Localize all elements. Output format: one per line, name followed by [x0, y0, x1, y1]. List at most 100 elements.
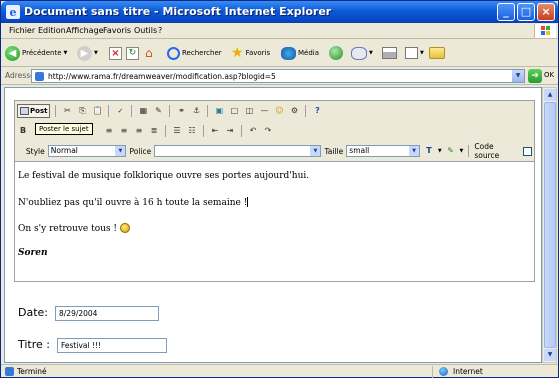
ordered-list-icon[interactable]: ☰: [171, 125, 183, 137]
media-label: Média: [298, 49, 320, 57]
text-color-icon[interactable]: T: [423, 145, 435, 157]
menu-edition[interactable]: Edition: [38, 26, 66, 35]
smiley-emoticon-icon: [119, 223, 130, 233]
text-color-dropdown-icon[interactable]: ▼: [438, 148, 442, 154]
maximize-button[interactable]: □: [517, 3, 535, 21]
folder-button[interactable]: [429, 44, 445, 62]
back-label: Précédente: [22, 49, 62, 57]
go-button[interactable]: ➜: [528, 69, 542, 83]
media-button[interactable]: Média: [281, 44, 319, 62]
favorites-button[interactable]: ★ Favoris: [231, 44, 270, 62]
scrollbar-thumb[interactable]: [544, 102, 556, 348]
editor-line-2-text: N'oubliez pas qu'il ouvre à 16 h toute l…: [18, 198, 248, 208]
menu-favoris[interactable]: Favoris: [103, 26, 131, 35]
undo-icon[interactable]: ↶: [247, 125, 259, 137]
table-icon[interactable]: ▦: [137, 105, 149, 117]
back-button[interactable]: ◀ Précédente ▼: [5, 44, 67, 62]
copy-icon[interactable]: ⎘: [76, 105, 88, 117]
history-icon: [329, 46, 343, 60]
page-content: Post ✂ ⎘ 📋 ✓ ▦ ✎ ⚭ ⚓ ▣ □ ◫ — ☺ ⚙ ? B ≡ ≡…: [4, 87, 542, 363]
source-code-checkbox[interactable]: [523, 146, 532, 156]
menu-outils[interactable]: Outils: [134, 26, 157, 35]
address-input[interactable]: http://www.rama.fr/dreamweaver/modificat…: [31, 69, 525, 83]
edit-button[interactable]: ▼: [405, 44, 424, 62]
font-select[interactable]: ▼: [154, 145, 322, 157]
redo-icon[interactable]: ↷: [262, 125, 274, 137]
editor-line-1: Le festival de musique folklorique ouvre…: [18, 171, 310, 181]
address-bar: Adresse http://www.rama.fr/dreamweaver/m…: [1, 67, 558, 85]
separator: [131, 105, 133, 117]
mail-button[interactable]: ▼: [351, 44, 373, 62]
font-label: Police: [129, 146, 152, 156]
home-button[interactable]: ⌂: [145, 44, 159, 62]
spellcheck-icon[interactable]: ✓: [114, 105, 126, 117]
style-select[interactable]: Normal ▼: [47, 145, 127, 157]
unordered-list-icon[interactable]: ☷: [186, 125, 198, 137]
frame-icon[interactable]: □: [228, 105, 240, 117]
folder-icon: [429, 47, 445, 59]
edit-dropdown-icon: ▼: [420, 50, 424, 56]
align-center-icon[interactable]: ≡: [118, 125, 130, 137]
highlight-dropdown-icon[interactable]: ▼: [460, 148, 464, 154]
size-label: Taille: [324, 146, 344, 156]
title-bar[interactable]: e Document sans titre - Microsoft Intern…: [1, 1, 558, 23]
justify-icon[interactable]: ≣: [148, 125, 160, 137]
style-dropdown-icon[interactable]: ▼: [115, 146, 126, 156]
paste-icon[interactable]: 📋: [91, 105, 103, 117]
zone-label: Internet: [453, 367, 483, 376]
scroll-up-icon[interactable]: ▲: [544, 89, 556, 101]
font-dropdown-icon[interactable]: ▼: [310, 146, 321, 156]
menu-help[interactable]: ?: [158, 26, 162, 35]
stop-button[interactable]: ×: [109, 44, 122, 62]
pencil-icon[interactable]: ✎: [152, 105, 164, 117]
rich-text-editor[interactable]: Le festival de musique folklorique ouvre…: [14, 162, 535, 282]
highlight-color-icon[interactable]: ✎: [445, 145, 457, 157]
address-dropdown-icon[interactable]: ▼: [512, 70, 524, 82]
link-icon[interactable]: ⚭: [175, 105, 187, 117]
separator: [169, 105, 171, 117]
hr-icon[interactable]: —: [258, 105, 270, 117]
mail-dropdown-icon: ▼: [369, 50, 373, 56]
print-button[interactable]: [382, 44, 397, 62]
editor-toolbar-row-1: Post ✂ ⎘ 📋 ✓ ▦ ✎ ⚭ ⚓ ▣ □ ◫ — ☺ ⚙ ?: [17, 103, 532, 119]
size-value: small: [349, 146, 370, 155]
editor-line-3-text: On s'y retrouve tous !: [18, 224, 118, 234]
forward-button[interactable]: ▶ ▼: [77, 44, 98, 62]
smiley-icon[interactable]: ☺: [273, 105, 285, 117]
title-input[interactable]: Festival !!!: [57, 338, 167, 353]
menu-affichage[interactable]: Affichage: [66, 26, 104, 35]
vertical-scrollbar[interactable]: ▲ ▼: [542, 87, 557, 363]
date-input[interactable]: 8/29/2004: [55, 306, 159, 321]
editor-line-2: N'oubliez pas qu'il ouvre à 16 h toute l…: [18, 197, 249, 208]
editor-signature: Soren: [18, 248, 48, 258]
separator: [55, 105, 57, 117]
cut-icon[interactable]: ✂: [61, 105, 73, 117]
size-dropdown-icon[interactable]: ▼: [409, 146, 420, 156]
history-button[interactable]: [329, 44, 343, 62]
address-url: http://www.rama.fr/dreamweaver/modificat…: [48, 72, 276, 81]
help-icon[interactable]: ?: [311, 105, 323, 117]
indent-icon[interactable]: ⇥: [224, 125, 236, 137]
search-label: Rechercher: [182, 49, 222, 57]
special-char-icon[interactable]: ⚙: [288, 105, 300, 117]
anchor-icon[interactable]: ⚓: [190, 105, 202, 117]
close-button[interactable]: ×: [537, 3, 555, 21]
image-icon[interactable]: ▣: [213, 105, 225, 117]
minimize-button[interactable]: _: [497, 3, 515, 21]
post-button[interactable]: Post: [17, 104, 51, 118]
outdent-icon[interactable]: ⇤: [209, 125, 221, 137]
bold-icon[interactable]: B: [17, 125, 29, 137]
go-label[interactable]: OK: [544, 71, 554, 79]
align-right-icon[interactable]: ≡: [133, 125, 145, 137]
size-select[interactable]: small ▼: [346, 145, 421, 157]
search-button[interactable]: Rechercher: [167, 44, 222, 62]
refresh-icon: ↻: [126, 46, 139, 60]
form-icon[interactable]: ◫: [243, 105, 255, 117]
text-cursor: [247, 197, 249, 207]
separator: [468, 145, 470, 157]
align-left-icon[interactable]: ≡: [103, 125, 115, 137]
refresh-button[interactable]: ↻: [126, 44, 139, 62]
menu-fichier[interactable]: Fichier: [9, 26, 35, 35]
editor-toolbar-row-3: Style Normal ▼ Police ▼ Taille small ▼ T…: [17, 142, 532, 160]
scroll-down-icon[interactable]: ▼: [544, 349, 556, 361]
